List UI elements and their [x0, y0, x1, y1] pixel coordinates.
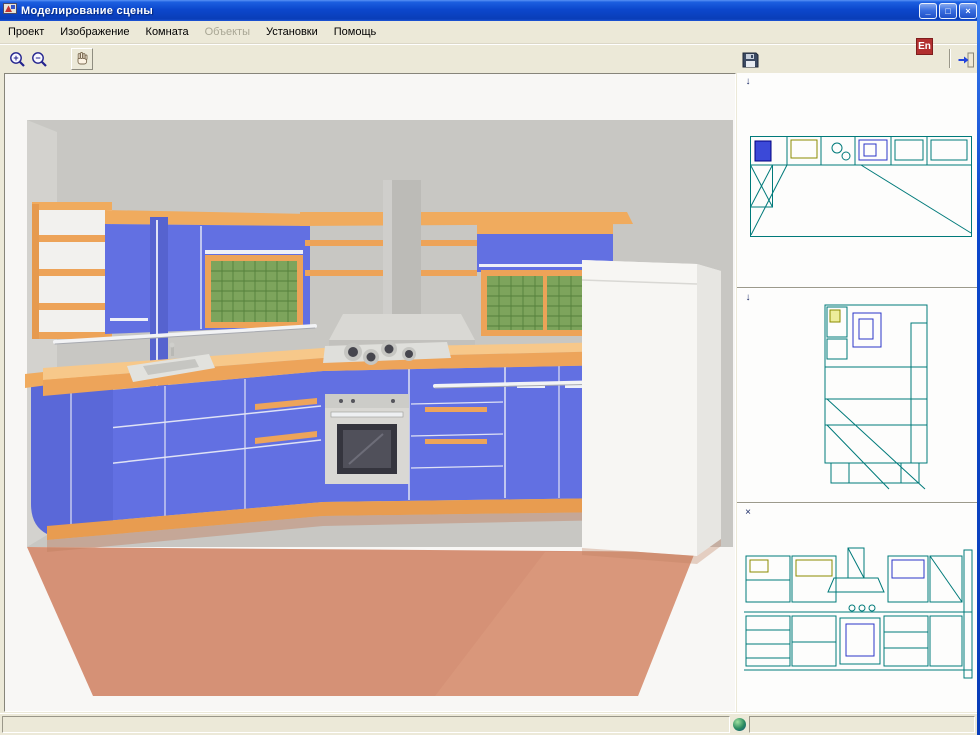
app-icon[interactable]	[3, 1, 17, 20]
left-upper-cabinets	[105, 210, 310, 334]
maximize-button[interactable]: □	[939, 3, 957, 19]
scene-viewport	[4, 73, 736, 712]
mesh-door-left	[211, 261, 297, 322]
titlebar[interactable]: Моделирование сцены _ □ ×	[0, 0, 980, 21]
language-indicator[interactable]: En	[916, 38, 933, 55]
exit-icon	[957, 52, 975, 68]
menubar: Проект Изображение Комната Объекты Устан…	[0, 21, 977, 44]
menu-project[interactable]: Проект	[0, 22, 52, 42]
hand-icon	[74, 51, 90, 67]
plan-view-arrow-icon[interactable]: ↓	[741, 75, 755, 89]
front-view-drawing[interactable]	[742, 546, 974, 688]
statusbar	[0, 713, 977, 735]
projection-panel: ↓	[737, 73, 977, 712]
exit-button[interactable]	[955, 49, 977, 71]
zoom-in-icon: +	[9, 51, 26, 68]
oven	[325, 394, 409, 484]
status-cell-main	[2, 716, 730, 733]
svg-text:+: +	[13, 53, 18, 63]
panel-section-side[interactable]: ↓	[737, 288, 977, 503]
minimize-button[interactable]: _	[919, 3, 937, 19]
zoom-out-button[interactable]: −	[28, 48, 50, 70]
menu-image[interactable]: Изображение	[52, 22, 137, 42]
zoom-out-icon: −	[31, 51, 48, 68]
close-button[interactable]: ×	[959, 3, 977, 19]
menu-help[interactable]: Помощь	[326, 22, 385, 42]
globe-icon	[733, 718, 746, 731]
floor	[27, 547, 695, 696]
app-window: Моделирование сцены _ □ × Проект Изображ…	[0, 0, 980, 735]
status-cell-right	[749, 716, 975, 733]
menu-objects: Объекты	[197, 22, 258, 42]
tall-cabinet	[582, 260, 721, 564]
save-icon	[742, 52, 759, 68]
pan-button[interactable]	[71, 48, 93, 70]
side-view-drawing[interactable]	[797, 303, 931, 491]
zoom-in-button[interactable]: +	[6, 48, 28, 70]
window-title: Моделирование сцены	[21, 5, 153, 17]
plan-view-drawing[interactable]	[749, 135, 974, 239]
menu-settings[interactable]: Установки	[258, 22, 326, 42]
toolbar: + −	[0, 44, 977, 73]
toolbar-separator	[949, 49, 951, 68]
left-shelf-unit	[32, 202, 112, 339]
front-view-close-icon[interactable]: ×	[741, 506, 755, 520]
svg-text:−: −	[35, 53, 40, 63]
panel-section-front[interactable]: ×	[737, 503, 977, 710]
viewport-3d[interactable]	[5, 74, 735, 711]
side-view-arrow-icon[interactable]: ↓	[741, 291, 755, 305]
panel-section-plan[interactable]: ↓	[737, 73, 977, 288]
menu-room[interactable]: Комната	[138, 22, 197, 42]
save-button[interactable]	[739, 49, 761, 71]
